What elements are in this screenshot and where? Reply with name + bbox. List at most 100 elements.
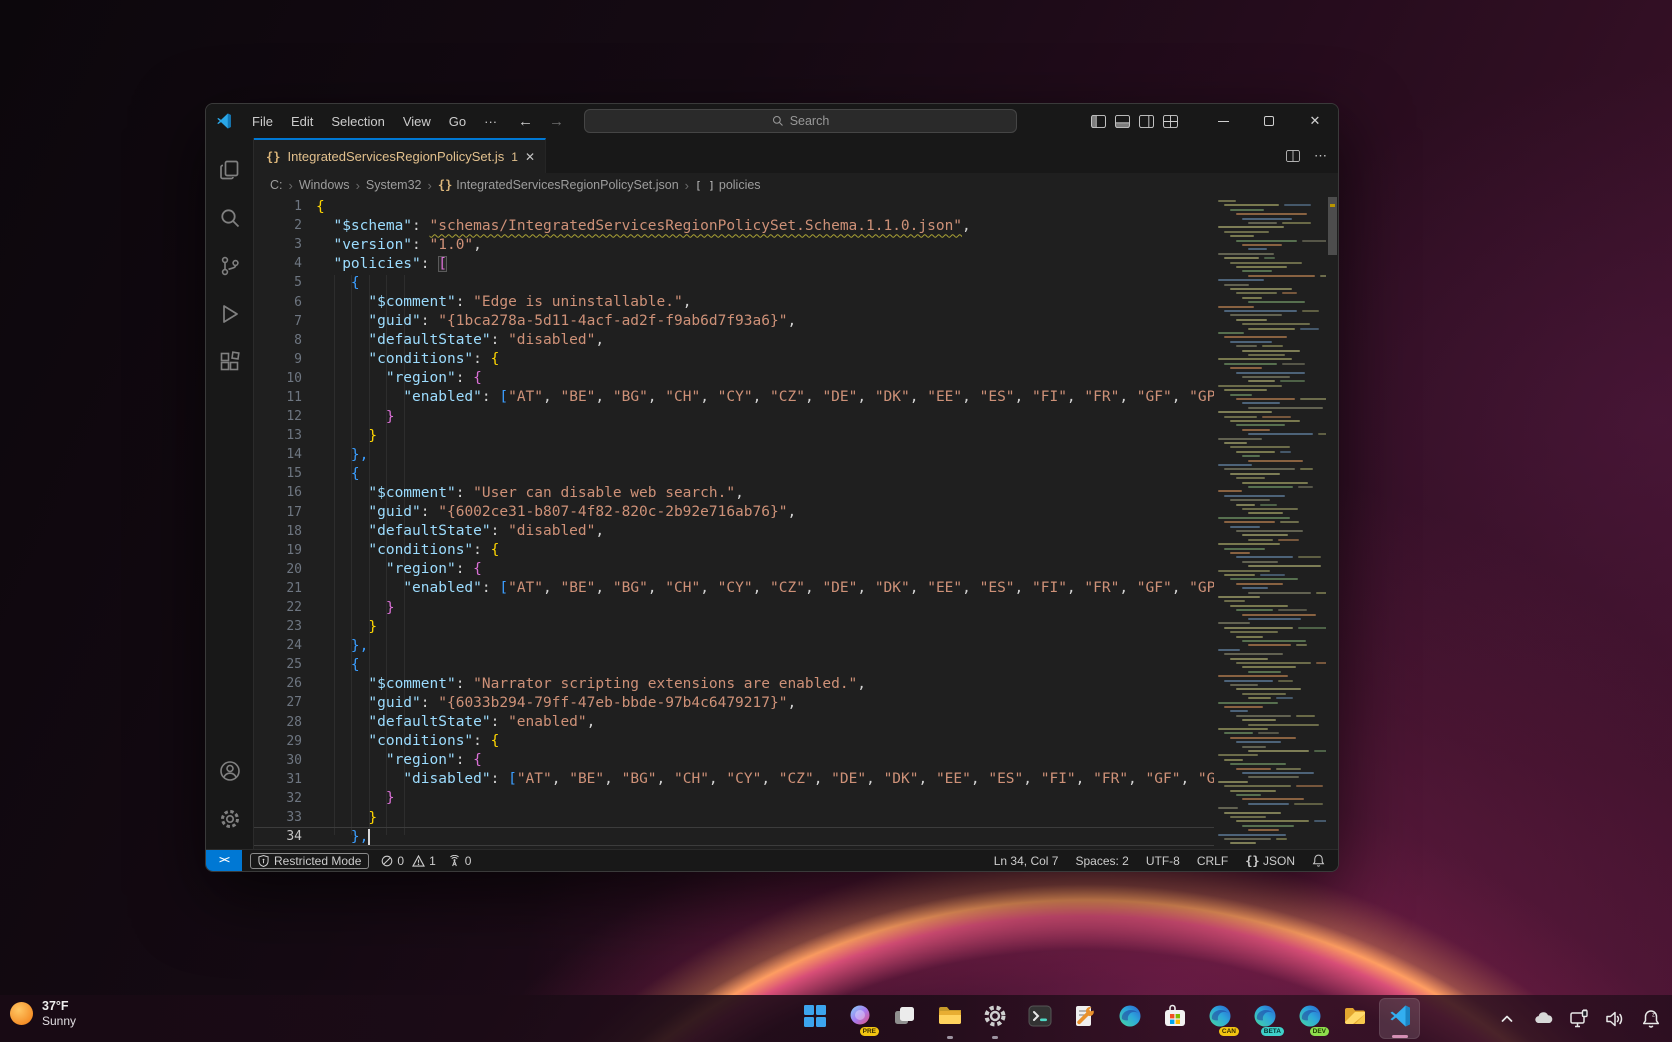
network-icon[interactable] (1566, 1006, 1592, 1032)
taskbar-vscode-button[interactable] (1379, 998, 1420, 1039)
taskbar-edge-dev-button[interactable]: DEV (1289, 998, 1330, 1039)
code-line-21[interactable]: 21 "enabled": ["AT", "BE", "BG", "CH", "… (254, 579, 1214, 598)
code-line-3[interactable]: 3 "version": "1.0", (254, 235, 1214, 254)
code-line-11[interactable]: 11 "enabled": ["AT", "BE", "BG", "CH", "… (254, 388, 1214, 407)
toggle-secondary-sidebar-icon[interactable] (1139, 115, 1154, 128)
code-line-25[interactable]: 25 { (254, 655, 1214, 674)
code-line-14[interactable]: 14 }, (254, 445, 1214, 464)
editor-scrollbar[interactable] (1326, 197, 1338, 849)
code-line-5[interactable]: 5 { (254, 273, 1214, 292)
code-line-30[interactable]: 30 "region": { (254, 751, 1214, 770)
code-line-12[interactable]: 12 } (254, 407, 1214, 426)
taskbar-copilot-button[interactable]: PRE (839, 998, 880, 1039)
run-debug-icon[interactable] (206, 290, 254, 338)
code-line-32[interactable]: 32 } (254, 789, 1214, 808)
code-line-26[interactable]: 26 "$comment": "Narrator scripting exten… (254, 674, 1214, 693)
source-control-icon[interactable] (206, 242, 254, 290)
breadcrumb-item-integratedservicesregionpolicysetjson[interactable]: {}IntegratedServicesRegionPolicySet.json (438, 178, 679, 192)
editor[interactable]: 1{2 "$schema": "schemas/IntegratedServic… (254, 197, 1338, 849)
code-line-6[interactable]: 6 "$comment": "Edge is uninstallable.", (254, 292, 1214, 311)
code-line-18[interactable]: 18 "defaultState": "disabled", (254, 522, 1214, 541)
account-icon[interactable] (206, 747, 254, 795)
code-line-7[interactable]: 7 "guid": "{1bca278a-5d11-4acf-ad2f-f9ab… (254, 312, 1214, 331)
menu-[interactable]: ··· (475, 110, 506, 133)
code-line-31[interactable]: 31 "disabled": ["AT", "BE", "BG", "CH", … (254, 770, 1214, 789)
code-line-34[interactable]: 34 }, (254, 827, 1214, 846)
menu-go[interactable]: Go (440, 110, 475, 133)
menu-selection[interactable]: Selection (322, 110, 393, 133)
taskbar-file-explorer-button[interactable] (929, 998, 970, 1039)
code-line-24[interactable]: 24 }, (254, 636, 1214, 655)
notifications-icon[interactable]: z (1638, 1006, 1664, 1032)
editor-more-actions-icon[interactable]: ⋯ (1314, 148, 1328, 164)
eol-setting[interactable]: CRLF (1197, 854, 1228, 868)
weather-widget[interactable]: 37°F Sunny (10, 999, 76, 1028)
restricted-mode-badge[interactable]: Restricted Mode (250, 853, 369, 869)
settings-icon[interactable] (206, 795, 254, 843)
volume-icon[interactable] (1602, 1006, 1628, 1032)
ports-indicator[interactable]: 0 (448, 854, 472, 868)
taskbar-store-button[interactable] (1154, 998, 1195, 1039)
code-line-33[interactable]: 33 } (254, 808, 1214, 827)
code-line-13[interactable]: 13 } (254, 426, 1214, 445)
tab-integratedservicesregionpolicyset[interactable]: {} IntegratedServicesRegionPolicySet.jso… (254, 138, 546, 173)
code-line-20[interactable]: 20 "region": { (254, 560, 1214, 579)
language-mode[interactable]: {} JSON (1245, 854, 1295, 868)
taskbar-edge-button[interactable] (1109, 998, 1150, 1039)
search-icon[interactable] (206, 194, 254, 242)
breadcrumb-item-system32[interactable]: System32 (366, 178, 422, 192)
code-line-28[interactable]: 28 "defaultState": "enabled", (254, 713, 1214, 732)
explorer-icon[interactable] (206, 146, 254, 194)
taskbar-edge-canary-button[interactable]: CAN (1199, 998, 1240, 1039)
tray-chevron-icon[interactable] (1494, 1006, 1520, 1032)
code-line-17[interactable]: 17 "guid": "{6002ce31-b807-4f82-820c-2b9… (254, 503, 1214, 522)
taskbar-start-button[interactable] (794, 998, 835, 1039)
code-line-29[interactable]: 29 "conditions": { (254, 732, 1214, 751)
minimap[interactable] (1214, 197, 1326, 849)
breadcrumb-item-policies[interactable]: [ ]policies (695, 178, 761, 192)
command-center-search[interactable]: Search (584, 109, 1017, 133)
breadcrumb-item-windows[interactable]: Windows (299, 178, 350, 192)
minimize-button[interactable] (1200, 104, 1246, 138)
taskbar-dev-tools-button[interactable] (1064, 998, 1105, 1039)
code-line-4[interactable]: 4 "policies": [ (254, 254, 1214, 273)
maximize-button[interactable] (1246, 104, 1292, 138)
nav-forward-button[interactable]: → (549, 113, 564, 130)
menu-view[interactable]: View (394, 110, 440, 133)
taskbar-edge-beta-button[interactable]: BETA (1244, 998, 1285, 1039)
cursor-position[interactable]: Ln 34, Col 7 (994, 854, 1059, 868)
split-editor-icon[interactable] (1286, 150, 1300, 162)
remote-indicator[interactable]: >< (206, 850, 242, 871)
toggle-sidebar-icon[interactable] (1091, 115, 1106, 128)
indentation-setting[interactable]: Spaces: 2 (1075, 854, 1128, 868)
problems-indicator[interactable]: 0 1 (381, 854, 435, 868)
tab-close-icon[interactable]: ✕ (525, 150, 535, 164)
taskbar-files-gold-button[interactable] (1334, 998, 1375, 1039)
code-line-10[interactable]: 10 "region": { (254, 369, 1214, 388)
taskbar-terminal-button[interactable] (1019, 998, 1060, 1039)
extensions-icon[interactable] (206, 338, 254, 386)
code-line-16[interactable]: 16 "$comment": "User can disable web sea… (254, 483, 1214, 502)
encoding-setting[interactable]: UTF-8 (1146, 854, 1180, 868)
customize-layout-icon[interactable] (1163, 115, 1178, 128)
nav-back-button[interactable]: ← (518, 113, 533, 130)
taskbar-task-view-button[interactable] (884, 998, 925, 1039)
menu-edit[interactable]: Edit (282, 110, 322, 133)
close-window-button[interactable]: ✕ (1292, 104, 1338, 138)
code-line-2[interactable]: 2 "$schema": "schemas/IntegratedServices… (254, 216, 1214, 235)
code-line-9[interactable]: 9 "conditions": { (254, 350, 1214, 369)
code-line-27[interactable]: 27 "guid": "{6033b294-79ff-47eb-bbde-97b… (254, 693, 1214, 712)
notifications-bell-icon[interactable] (1312, 854, 1325, 867)
code-line-8[interactable]: 8 "defaultState": "disabled", (254, 331, 1214, 350)
code-line-23[interactable]: 23 } (254, 617, 1214, 636)
taskbar-settings-button[interactable] (974, 998, 1015, 1039)
code-line-15[interactable]: 15 { (254, 464, 1214, 483)
code-line-1[interactable]: 1{ (254, 197, 1214, 216)
toggle-panel-icon[interactable] (1115, 115, 1130, 128)
breadcrumb-item-c[interactable]: C: (270, 178, 283, 192)
code-line-22[interactable]: 22 } (254, 598, 1214, 617)
code-line-19[interactable]: 19 "conditions": { (254, 541, 1214, 560)
menu-file[interactable]: File (243, 110, 282, 133)
code-line-35[interactable]: 35 { (254, 846, 1214, 849)
onedrive-icon[interactable] (1530, 1006, 1556, 1032)
